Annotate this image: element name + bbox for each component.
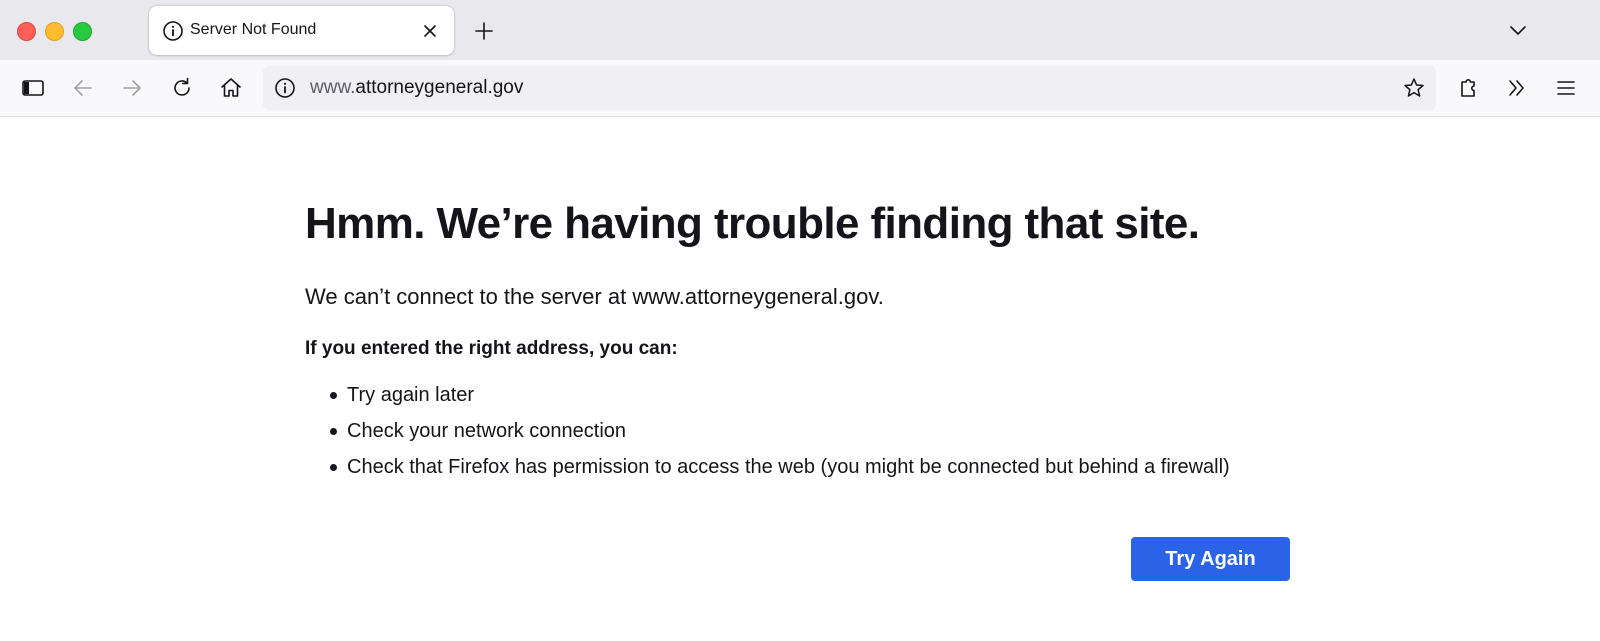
suggestions-list: Try again later Check your network conne…	[305, 377, 1230, 485]
try-again-button[interactable]: Try Again	[1131, 537, 1290, 581]
bullet	[330, 464, 337, 471]
extensions-icon[interactable]	[1454, 74, 1482, 102]
url-domain: attorneygeneral.gov	[355, 77, 524, 98]
back-arrow-icon[interactable]	[69, 74, 97, 102]
url-bar[interactable]: www.attorneygeneral.gov	[263, 66, 1436, 110]
tab-server-not-found[interactable]: Server Not Found	[149, 6, 454, 55]
suggestion-text: Check that Firefox has permission to acc…	[347, 456, 1230, 478]
bullet	[330, 428, 337, 435]
list-item: Check that Firefox has permission to acc…	[305, 449, 1230, 485]
reload-icon[interactable]	[168, 74, 196, 102]
window-close-button[interactable]	[17, 22, 36, 41]
suggestions-heading: If you entered the right address, you ca…	[305, 338, 678, 359]
suggestion-text: Try again later	[347, 384, 475, 406]
error-message: We can’t connect to the server at www.at…	[305, 284, 884, 309]
sidebar-icon[interactable]	[19, 74, 47, 102]
forward-arrow-icon[interactable]	[118, 74, 146, 102]
window-maximize-button[interactable]	[73, 22, 92, 41]
url-text[interactable]: www.attorneygeneral.gov	[310, 77, 523, 99]
site-info-icon[interactable]	[274, 77, 296, 99]
menu-icon[interactable]	[1552, 74, 1580, 102]
suggestion-text: Check your network connection	[347, 420, 627, 442]
info-icon	[163, 21, 183, 41]
list-item: Try again later	[305, 377, 1230, 413]
bookmark-star-icon[interactable]	[1402, 76, 1426, 100]
navigation-toolbar: www.attorneygeneral.gov	[0, 60, 1600, 117]
list-item: Check your network connection	[305, 413, 1230, 449]
home-icon[interactable]	[217, 74, 245, 102]
close-tab-icon[interactable]	[420, 21, 440, 41]
bullet	[330, 392, 337, 399]
overflow-chevrons-icon[interactable]	[1503, 74, 1531, 102]
error-page: Hmm. We’re having trouble finding that s…	[0, 117, 1600, 641]
title-bar: Server Not Found	[0, 0, 1600, 60]
window-minimize-button[interactable]	[45, 22, 64, 41]
new-tab-plus-icon[interactable]	[472, 19, 496, 43]
error-heading: Hmm. We’re having trouble finding that s…	[305, 199, 1200, 248]
tab-title: Server Not Found	[190, 21, 317, 38]
chevron-down-icon[interactable]	[1506, 18, 1530, 42]
url-prefix: www.	[310, 77, 356, 98]
